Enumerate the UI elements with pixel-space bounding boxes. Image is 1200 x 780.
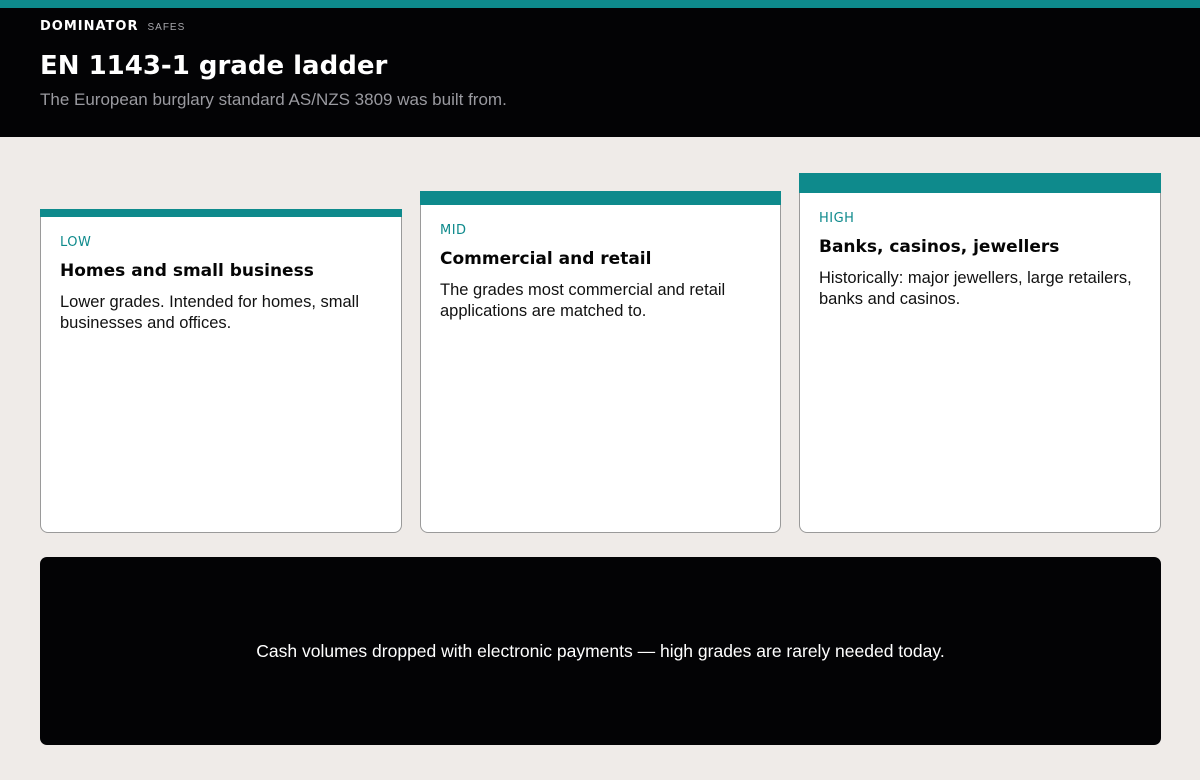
page-subtitle: The European burglary standard AS/NZS 38… — [40, 90, 507, 109]
tier-title: Commercial and retail — [440, 249, 652, 269]
accent-top-bar — [0, 0, 1200, 8]
tier-accent-bar — [799, 173, 1161, 193]
tier-accent-bar — [420, 191, 781, 205]
tier-card-low: LOW Homes and small business Lower grade… — [40, 209, 402, 533]
tier-label: MID — [440, 223, 467, 238]
brand-subtitle: SAFES — [147, 22, 186, 33]
tier-card-high: HIGH Banks, casinos, jewellers Historica… — [799, 173, 1161, 533]
page-title: EN 1143-1 grade ladder — [40, 51, 388, 81]
tier-card-mid: MID Commercial and retail The grades mos… — [420, 191, 781, 533]
tier-accent-bar — [40, 209, 402, 217]
footer-callout-text: Cash volumes dropped with electronic pay… — [256, 640, 945, 661]
brand-name: DOMINATOR — [40, 19, 139, 34]
tier-description: The grades most commercial and retail ap… — [440, 281, 726, 320]
tier-title: Banks, casinos, jewellers — [819, 237, 1060, 257]
tier-title: Homes and small business — [60, 261, 314, 281]
tier-label: LOW — [60, 235, 92, 250]
tier-label: HIGH — [819, 211, 855, 226]
page-header: DOMINATOR SAFES EN 1143-1 grade ladder T… — [0, 8, 1200, 137]
footer-callout: Cash volumes dropped with electronic pay… — [40, 557, 1161, 745]
tier-description: Lower grades. Intended for homes, small … — [60, 293, 359, 332]
brand-logo: DOMINATOR SAFES — [40, 19, 185, 35]
tier-description: Historically: major jewellers, large ret… — [819, 269, 1132, 308]
